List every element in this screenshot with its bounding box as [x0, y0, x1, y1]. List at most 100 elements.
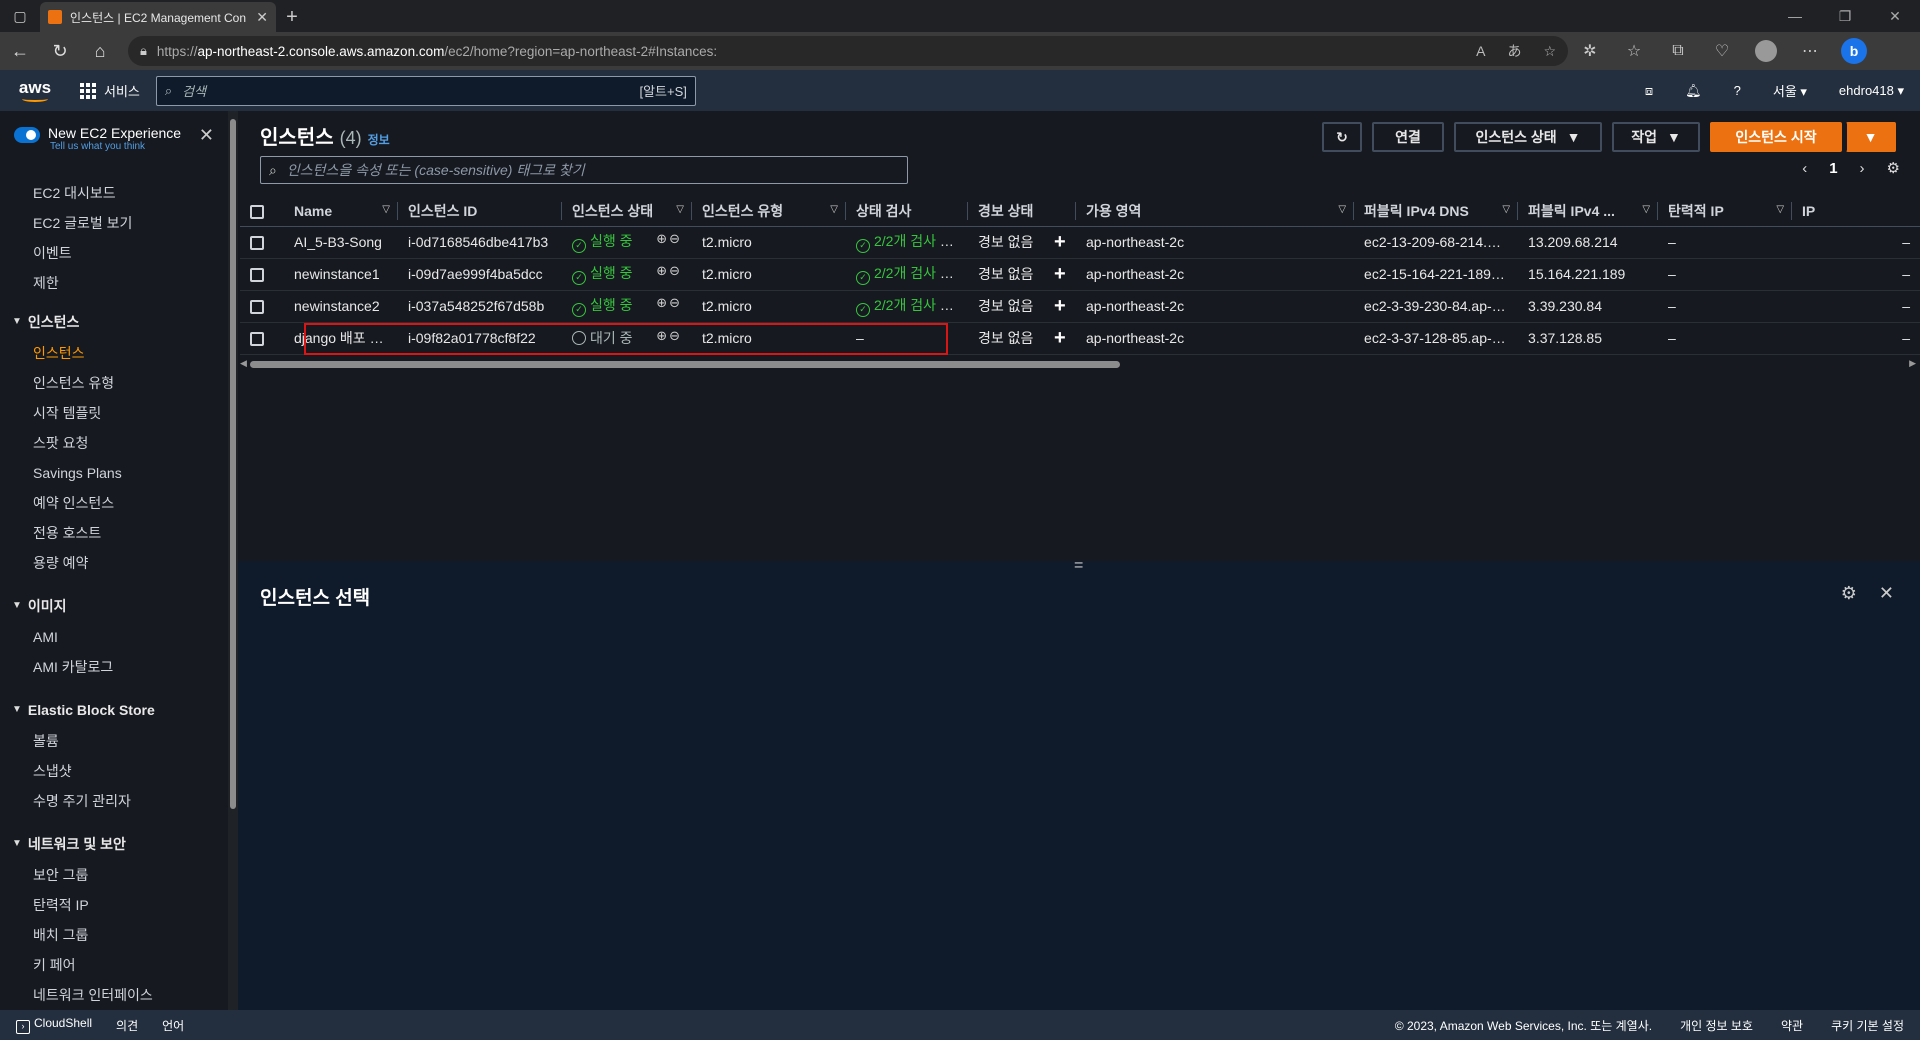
favorites-icon[interactable]: ☆ — [1612, 32, 1656, 70]
sidebar-item[interactable]: 시작 템플릿 — [0, 398, 228, 428]
page-number[interactable]: 1 — [1829, 160, 1837, 177]
col-status-check[interactable]: 상태 검사 — [846, 196, 968, 227]
sort-icon[interactable]: ▽ — [1776, 204, 1784, 215]
col-instance-type[interactable]: 인스턴스 유형 ▽ — [692, 196, 846, 227]
col-availability-zone[interactable]: 가용 영역 ▽ — [1076, 196, 1355, 227]
collections-icon[interactable]: ⧉ — [1656, 32, 1700, 70]
close-icon[interactable]: ✕ — [1879, 583, 1894, 604]
browser-tab[interactable]: 인스턴스 | EC2 Management Con ✕ — [40, 2, 276, 32]
sidebar-section-header[interactable]: ▼ Elastic Block Store — [0, 694, 228, 726]
col-name[interactable]: Name ▽ — [284, 196, 398, 227]
col-instance-state[interactable]: 인스턴스 상태 ▽ — [562, 196, 692, 227]
sidebar-item[interactable]: 예약 인스턴스 — [0, 488, 228, 518]
sidebar-scrollbar[interactable] — [228, 111, 238, 1010]
privacy-link[interactable]: 개인 정보 보호 — [1680, 1017, 1753, 1034]
account-menu[interactable]: ehdro418 ▾ — [1823, 83, 1920, 99]
sort-icon[interactable]: ▽ — [1502, 204, 1510, 215]
zoom-icons[interactable]: ⊕⊖ — [656, 328, 682, 344]
zoom-icons[interactable]: ⊕⊖ — [656, 231, 682, 247]
region-selector[interactable]: 서울 ▾ — [1757, 81, 1823, 100]
notifications-icon[interactable]: 🔔︎ — [1669, 83, 1718, 99]
sidebar-item[interactable]: 인스턴스 유형 — [0, 368, 228, 398]
sidebar-section-header[interactable]: ▼ 네트워크 및 보안 — [0, 828, 228, 860]
row-checkbox[interactable] — [250, 236, 264, 251]
restore-icon[interactable]: ❐ — [1820, 0, 1870, 32]
col-public-ipv4[interactable]: 퍼블릭 IPv4 ... ▽ — [1518, 196, 1659, 227]
close-window-icon[interactable]: ✕ — [1870, 0, 1920, 32]
new-experience-toggle[interactable] — [14, 127, 40, 143]
sidebar-section-header[interactable]: ▼ 이미지 — [0, 590, 228, 622]
status-check-cell[interactable]: – — [846, 322, 968, 355]
col-alarm-status[interactable]: 경보 상태 — [968, 196, 1077, 227]
home-icon[interactable]: ⌂ — [80, 32, 120, 70]
sidebar-item[interactable]: 스냅샷 — [0, 756, 228, 786]
refresh-button[interactable]: ↻ — [1322, 122, 1362, 152]
aws-logo[interactable]: aws — [0, 79, 70, 102]
sidebar-item-instances[interactable]: 인스턴스 — [0, 338, 228, 368]
help-icon[interactable]: ? — [1718, 83, 1757, 98]
sidebar-section-header[interactable]: ▼ 인스턴스 — [0, 306, 228, 338]
table-row[interactable]: AI_5-B3-Song i-0d7168546dbe417b3 ✓ 실행 중 ⊕⊖ t2… — [240, 226, 1920, 259]
feedback-link[interactable]: Tell us what you think — [50, 141, 181, 152]
profile-icon[interactable] — [1744, 32, 1788, 70]
sidebar-item[interactable]: 용량 예약 — [0, 548, 228, 578]
feedback-link[interactable]: 의견 — [116, 1017, 138, 1034]
translate-icon[interactable]: あ — [1507, 41, 1521, 61]
sidebar-item[interactable]: AMI 카탈로그 — [0, 652, 228, 682]
zoom-icons[interactable]: ⊕⊖ — [656, 263, 682, 279]
table-row[interactable]: django 배포 서버 i-09f82a01778cf8f22 대기 중 ⊕⊖ t2.… — [240, 322, 1920, 355]
cloudshell-icon[interactable]: ⧈ — [1629, 83, 1669, 99]
sidebar-item[interactable]: 볼륨 — [0, 726, 228, 756]
table-row[interactable]: newinstance2 i-037a548252f67d58b ✓ 실행 중 ⊕⊖ t2… — [240, 290, 1920, 323]
status-check-cell[interactable]: ✓ 2/2개 검사 통과... — [846, 290, 968, 323]
favorite-star-icon[interactable]: ☆ — [1543, 43, 1556, 60]
launch-dropdown-button[interactable]: ▼ — [1846, 122, 1896, 152]
sort-icon[interactable]: ▽ — [1338, 204, 1346, 215]
col-public-dns[interactable]: 퍼블릭 IPv4 DNS ▽ — [1354, 196, 1519, 227]
instance-id-link[interactable]: i-09f82a01778cf8f22 — [398, 322, 562, 355]
sidebar-item[interactable]: 수명 주기 관리자 — [0, 786, 228, 816]
sidebar-item[interactable]: EC2 글로벌 보기 — [0, 208, 228, 238]
services-button[interactable]: 서비스 — [70, 81, 150, 100]
sort-icon[interactable]: ▽ — [830, 204, 838, 215]
more-icon[interactable]: ⋯ — [1788, 32, 1832, 70]
status-check-cell[interactable]: ✓ 2/2개 검사 통과... — [846, 226, 968, 259]
read-aloud-icon[interactable]: A — [1476, 43, 1485, 59]
new-tab-button[interactable]: + — [276, 2, 308, 32]
select-all-checkbox[interactable] — [250, 204, 264, 219]
sidebar-item[interactable]: EC2 대시보드 — [0, 178, 228, 208]
instance-id-link[interactable]: i-037a548252f67d58b — [398, 290, 562, 323]
actions-button[interactable]: 작업 ▼ — [1612, 122, 1700, 152]
col-ip[interactable]: IP — [1792, 196, 1920, 227]
aws-search-input[interactable]: ⌕ 검색 [알트+S] — [155, 75, 696, 106]
next-page-icon[interactable]: › — [1860, 160, 1865, 177]
info-link[interactable]: 정보 — [368, 131, 390, 148]
panel-resize-handle[interactable]: = — [1074, 558, 1083, 574]
sort-icon[interactable]: ▽ — [1642, 204, 1650, 215]
health-icon[interactable]: ♡ — [1700, 32, 1744, 70]
url-input[interactable]: 🔒︎ https://ap-northeast-2.console.aws.am… — [128, 36, 1568, 66]
sidebar-item[interactable]: 탄력적 IP — [0, 890, 228, 920]
sidebar-item[interactable]: 키 페어 — [0, 950, 228, 980]
settings-gear-icon[interactable]: ⚙ — [1887, 159, 1900, 177]
prev-page-icon[interactable]: ‹ — [1802, 160, 1807, 177]
plus-icon[interactable]: + — [1054, 231, 1066, 253]
sort-icon[interactable]: ▽ — [382, 204, 390, 215]
cloudshell-link[interactable]: › CloudShell — [16, 1016, 92, 1034]
sidebar-item[interactable]: AMI — [0, 622, 228, 652]
close-tab-icon[interactable]: ✕ — [256, 9, 268, 26]
tab-actions-icon[interactable]: ▢ — [0, 0, 40, 32]
instance-id-link[interactable]: i-0d7168546dbe417b3 — [398, 226, 562, 259]
sidebar-item[interactable]: 스팟 요청 — [0, 428, 228, 458]
refresh-icon[interactable]: ↻ — [40, 32, 80, 70]
minimize-icon[interactable]: — — [1770, 0, 1820, 32]
zoom-icons[interactable]: ⊕⊖ — [656, 295, 682, 311]
sidebar-item[interactable]: 전용 호스트 — [0, 518, 228, 548]
cookie-preferences-link[interactable]: 쿠키 기본 설정 — [1831, 1017, 1904, 1034]
bing-icon[interactable]: b — [1832, 32, 1876, 70]
back-icon[interactable]: ← — [0, 32, 40, 70]
extensions-icon[interactable]: ✲ — [1568, 32, 1612, 70]
name-cell[interactable]: django 배포 서버 — [284, 322, 398, 355]
sidebar-item[interactable]: 제한 — [0, 268, 228, 298]
col-instance-id[interactable]: 인스턴스 ID — [398, 196, 562, 227]
